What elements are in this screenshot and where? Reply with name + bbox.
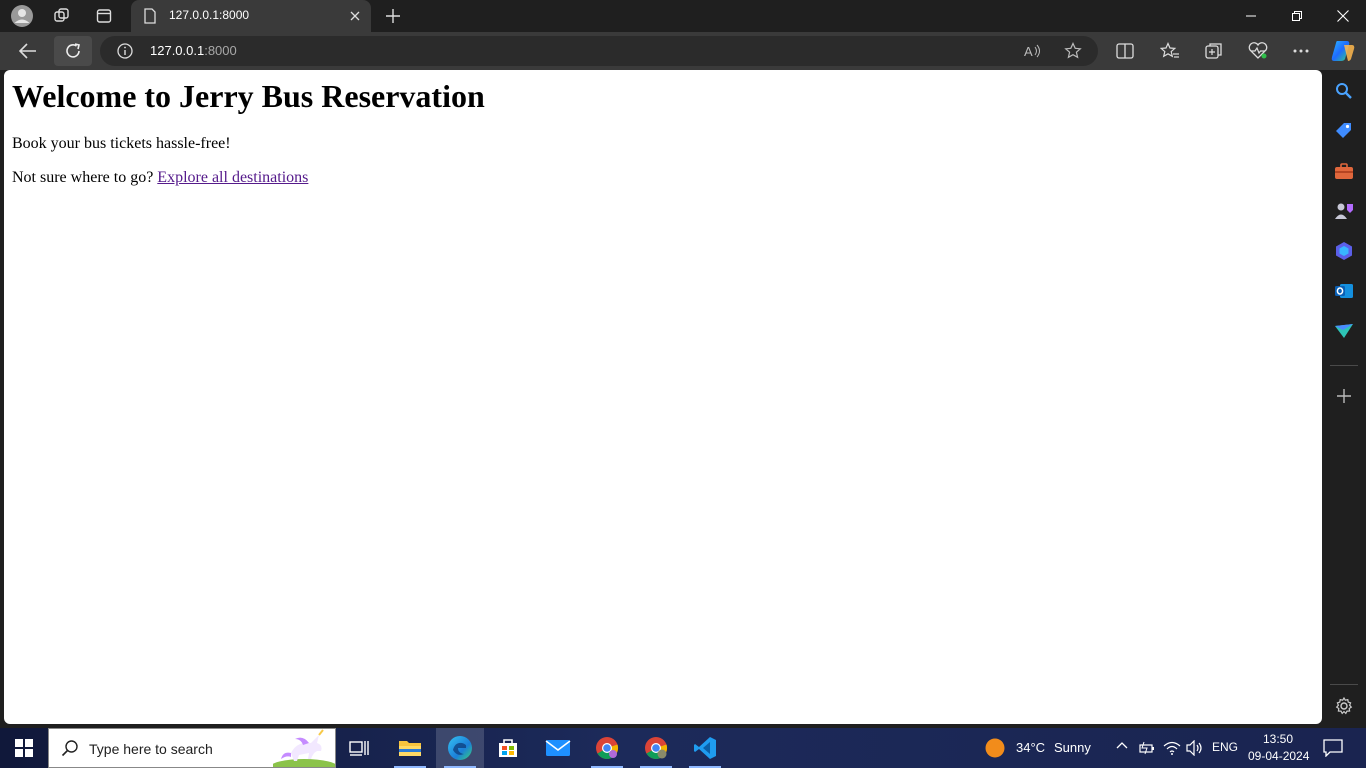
language-indicator[interactable]: ENG bbox=[1212, 740, 1238, 754]
address-bar[interactable]: 127.0.0.1:8000 A bbox=[100, 36, 1098, 66]
weather-temp[interactable]: 34°C bbox=[1016, 740, 1045, 755]
page-content: Welcome to Jerry Bus Reservation Book yo… bbox=[4, 70, 1322, 724]
notifications-icon[interactable] bbox=[1323, 739, 1343, 757]
url-text[interactable]: 127.0.0.1:8000 bbox=[150, 43, 237, 58]
tab-title: 127.0.0.1:8000 bbox=[169, 8, 250, 22]
search-icon[interactable] bbox=[1334, 81, 1354, 101]
svg-text:A: A bbox=[1024, 44, 1033, 59]
url-host: 127.0.0.1 bbox=[150, 43, 205, 58]
close-tab-icon[interactable] bbox=[347, 8, 363, 24]
copilot-icon[interactable] bbox=[1328, 36, 1358, 66]
clock-date[interactable]: 09-04-2024 bbox=[1248, 749, 1309, 763]
weather-desc[interactable]: Sunny bbox=[1054, 740, 1091, 755]
search-highlight-unicorn-icon bbox=[273, 729, 335, 767]
workspaces-icon[interactable] bbox=[50, 0, 74, 32]
outlook-icon[interactable] bbox=[1334, 281, 1354, 301]
drop-icon[interactable] bbox=[1334, 321, 1354, 341]
wifi-icon[interactable] bbox=[1163, 740, 1181, 756]
sidebar-divider-bottom bbox=[1330, 684, 1358, 685]
minimize-icon[interactable] bbox=[1228, 0, 1274, 32]
prompt-text: Not sure where to go? bbox=[12, 169, 158, 186]
chrome-icon[interactable] bbox=[583, 728, 631, 768]
mail-icon[interactable] bbox=[534, 728, 582, 768]
split-screen-icon[interactable] bbox=[1109, 36, 1141, 66]
navigation-bar: 127.0.0.1:8000 A bbox=[0, 32, 1366, 70]
volume-icon[interactable] bbox=[1186, 740, 1204, 756]
microsoft-365-icon[interactable] bbox=[1334, 241, 1354, 261]
explore-destinations-link[interactable]: Explore all destinations bbox=[157, 169, 308, 186]
clock-time[interactable]: 13:50 bbox=[1263, 732, 1293, 746]
read-aloud-icon[interactable]: A bbox=[1024, 43, 1042, 59]
url-port: :8000 bbox=[204, 43, 237, 58]
tab-active[interactable]: 127.0.0.1:8000 bbox=[131, 0, 371, 32]
sidebar-settings-gear-icon[interactable] bbox=[1334, 696, 1354, 716]
profile-avatar-icon[interactable] bbox=[8, 0, 36, 32]
edge-sidebar bbox=[1322, 70, 1366, 728]
task-view-icon[interactable] bbox=[336, 728, 384, 768]
games-icon[interactable] bbox=[1334, 201, 1354, 221]
shopping-tag-icon[interactable] bbox=[1334, 121, 1354, 141]
page-icon bbox=[143, 8, 157, 24]
browser-essentials-icon[interactable] bbox=[1242, 36, 1274, 66]
microsoft-store-icon[interactable] bbox=[484, 728, 532, 768]
windows-start-icon[interactable] bbox=[0, 728, 48, 768]
tagline: Book your bus tickets hassle-free! bbox=[12, 135, 231, 152]
page-heading: Welcome to Jerry Bus Reservation bbox=[12, 78, 485, 114]
file-explorer-icon[interactable] bbox=[386, 728, 434, 768]
tools-icon[interactable] bbox=[1334, 161, 1354, 181]
favorites-icon[interactable] bbox=[1154, 36, 1186, 66]
battery-icon[interactable] bbox=[1139, 741, 1155, 755]
show-hidden-icons-icon[interactable] bbox=[1116, 740, 1128, 752]
close-window-icon[interactable] bbox=[1320, 0, 1366, 32]
taskbar: Type here to search 34°C Sunny ENG 13:50… bbox=[0, 728, 1366, 768]
back-icon[interactable] bbox=[12, 36, 44, 66]
restore-icon[interactable] bbox=[1274, 0, 1320, 32]
collections-icon[interactable] bbox=[1198, 36, 1230, 66]
weather-sun-icon[interactable] bbox=[985, 738, 1005, 758]
new-tab-icon[interactable] bbox=[382, 0, 404, 32]
taskbar-search-box[interactable]: Type here to search bbox=[48, 728, 336, 768]
title-bar: 127.0.0.1:8000 bbox=[0, 0, 1366, 32]
favorite-star-icon[interactable] bbox=[1064, 42, 1082, 60]
more-options-icon[interactable] bbox=[1285, 36, 1317, 66]
tab-actions-icon[interactable] bbox=[92, 0, 116, 32]
sidebar-divider bbox=[1330, 365, 1358, 366]
site-info-icon[interactable] bbox=[117, 43, 133, 59]
explore-paragraph: Not sure where to go? Explore all destin… bbox=[12, 169, 308, 187]
search-magnifier-icon bbox=[61, 739, 79, 757]
search-placeholder: Type here to search bbox=[89, 741, 213, 757]
chrome-profile-icon[interactable] bbox=[632, 728, 680, 768]
vscode-icon[interactable] bbox=[681, 728, 729, 768]
edge-taskbar-icon[interactable] bbox=[436, 728, 484, 768]
refresh-icon[interactable] bbox=[54, 36, 92, 66]
add-sidebar-app-icon[interactable] bbox=[1334, 386, 1354, 406]
